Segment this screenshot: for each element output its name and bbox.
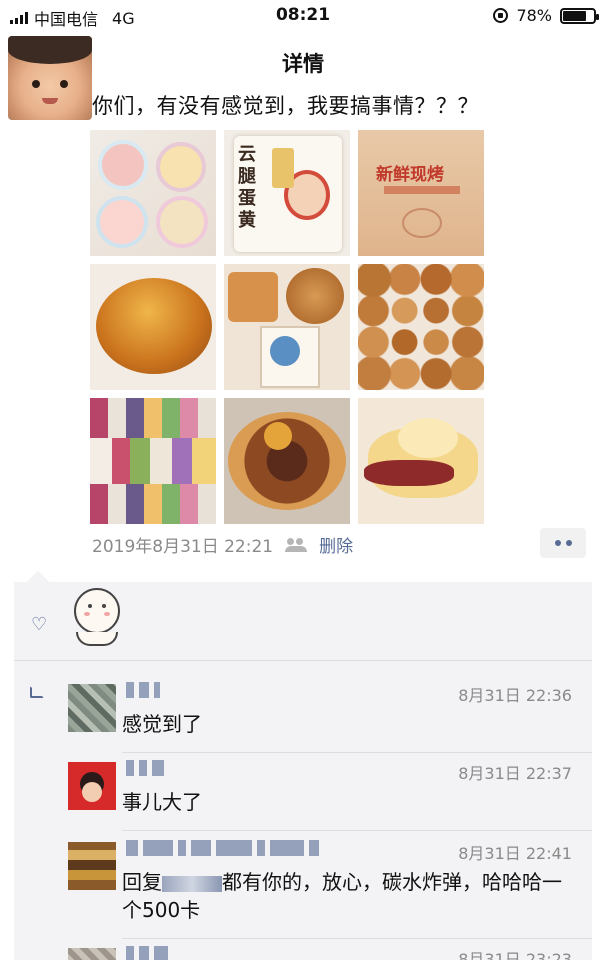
photo-3-label: 新鲜现烤 — [376, 165, 444, 185]
commenter-name-blurred[interactable] — [126, 682, 160, 698]
photo-9[interactable] — [358, 398, 484, 524]
comment-text: 事儿大了 — [122, 790, 202, 814]
commenter-name-blurred[interactable] — [126, 840, 319, 856]
status-bar: 中国电信 4G 08:21 78% — [0, 0, 606, 32]
comment-icon — [30, 686, 44, 698]
commenter-avatar[interactable] — [68, 762, 116, 810]
commenter-name-blurred[interactable] — [126, 760, 164, 776]
post-meta: 2019年8月31日 22:21 删除 — [92, 532, 353, 557]
likes-row: ♡ — [14, 582, 592, 660]
commenter-avatar[interactable] — [68, 842, 116, 890]
photo-7[interactable] — [90, 398, 216, 524]
comment-time: 8月31日 23:23 — [458, 950, 572, 960]
commenter-avatar[interactable] — [68, 948, 116, 960]
post-text: 你们，有没有感觉到，我要搞事情？？？ — [92, 94, 479, 118]
comment-time: 8月31日 22:36 — [458, 686, 572, 705]
comment-time: 8月31日 22:41 — [458, 844, 572, 863]
liker-avatar[interactable] — [66, 586, 130, 650]
author-avatar[interactable] — [8, 36, 92, 120]
photo-1[interactable] — [90, 130, 216, 256]
orientation-lock-icon — [493, 8, 509, 23]
visibility-icon[interactable] — [285, 537, 308, 552]
photo-2[interactable]: 云腿蛋黄 — [224, 130, 350, 256]
reply-target-blurred[interactable] — [162, 875, 222, 892]
heart-icon: ♡ — [31, 614, 48, 635]
photo-5[interactable] — [224, 264, 350, 390]
reply-prefix: 回复 — [122, 870, 162, 894]
battery-icon — [560, 7, 599, 24]
more-actions-button[interactable] — [540, 528, 586, 558]
post-timestamp: 2019年8月31日 22:21 — [92, 537, 274, 557]
commenter-name-blurred[interactable] — [126, 946, 168, 960]
photo-8[interactable] — [224, 398, 350, 524]
battery-percent: 78% — [516, 6, 552, 25]
likes-comments-panel: ♡ 8月31日 22:36 感觉到了 8月31日 22:37 事儿大了 8月31… — [14, 570, 592, 960]
photo-2-label: 云腿蛋黄 — [238, 144, 256, 231]
divider — [14, 660, 592, 661]
commenter-avatar[interactable] — [68, 684, 116, 732]
photo-grid: 云腿蛋黄 新鲜现烤 — [90, 130, 484, 524]
delete-link[interactable]: 删除 — [319, 532, 353, 557]
photo-6[interactable] — [358, 264, 484, 390]
comment-text: 回复 都有你的，放心，碳水炸弹，哈哈哈一个500卡 — [122, 868, 562, 924]
comment-time: 8月31日 22:37 — [458, 764, 572, 783]
comment-text: 感觉到了 — [122, 712, 202, 736]
photo-4[interactable] — [90, 264, 216, 390]
photo-3[interactable]: 新鲜现烤 — [358, 130, 484, 256]
